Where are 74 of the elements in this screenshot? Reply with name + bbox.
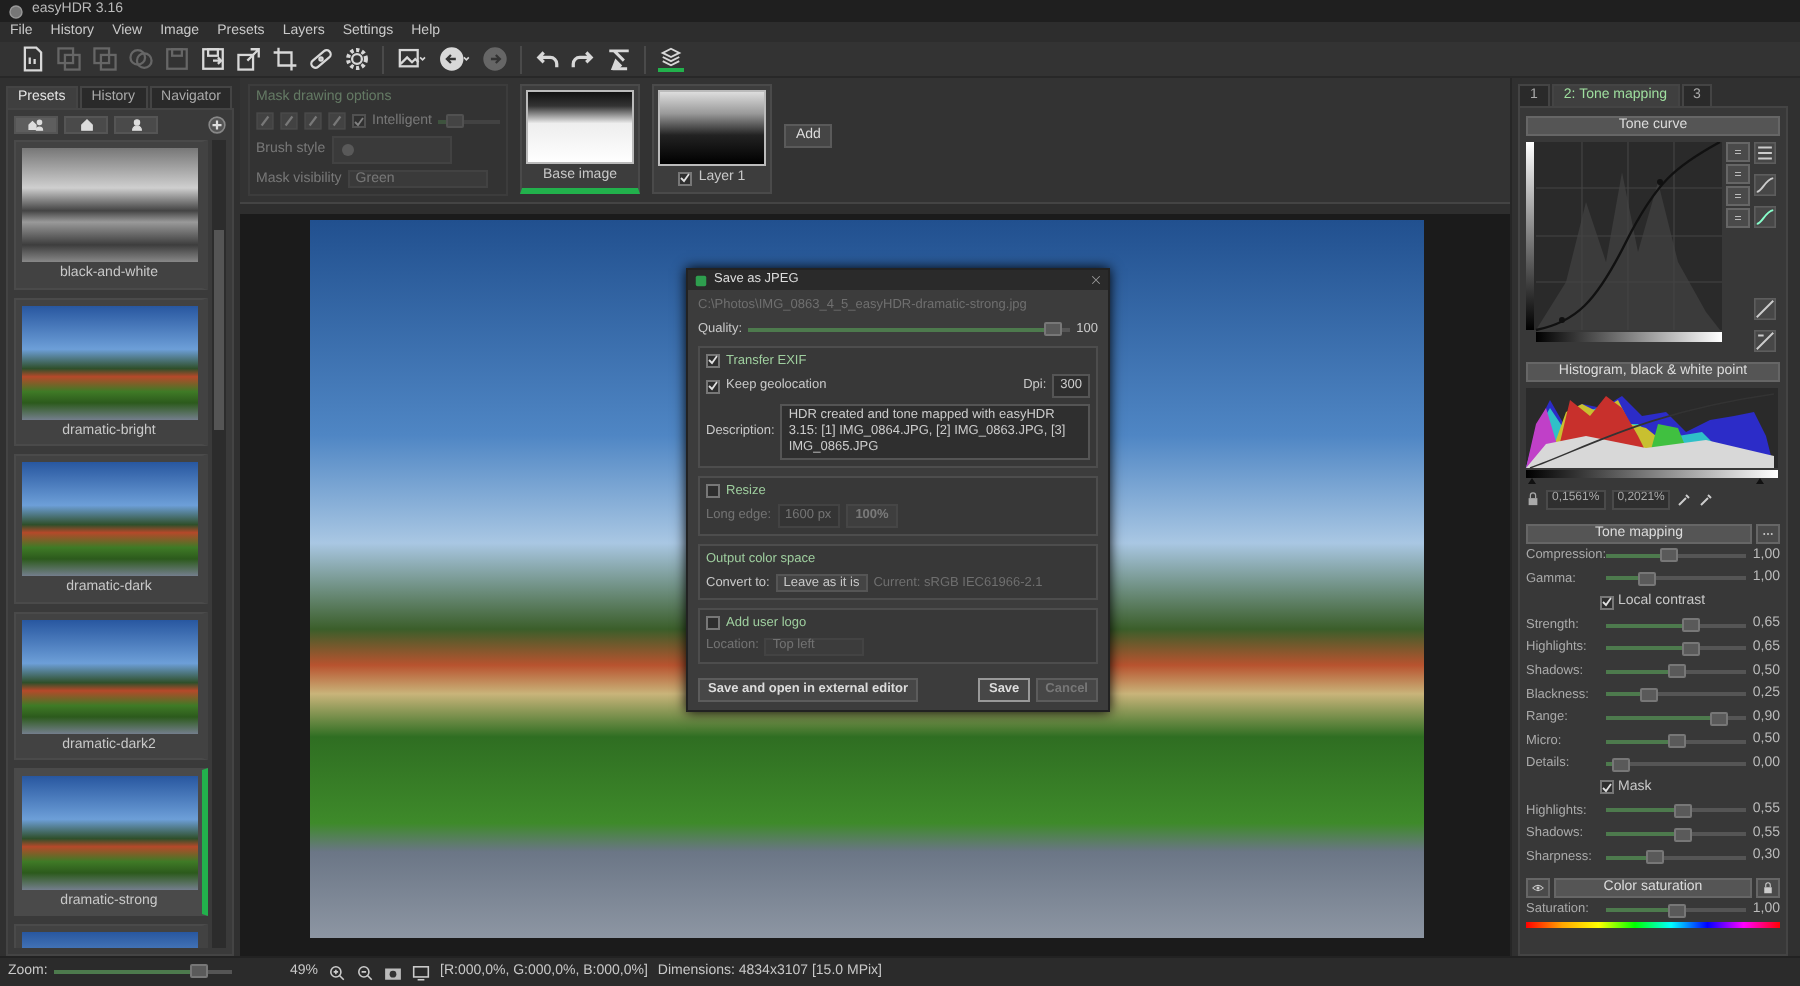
brush-dot-icon (339, 142, 356, 159)
slider-thumb[interactable] (1667, 734, 1685, 749)
eye-icon (1530, 881, 1546, 894)
slider-thumb[interactable] (1640, 687, 1659, 702)
slider-thumb[interactable] (1660, 548, 1679, 563)
eyedropper-icon[interactable] (1676, 491, 1693, 508)
slider-thumb[interactable] (1612, 757, 1631, 772)
curve-preset-button[interactable] (1726, 164, 1750, 185)
slider-thumb[interactable] (1673, 827, 1692, 841)
slider-thumb[interactable] (1667, 664, 1685, 679)
slider-thumb[interactable] (1667, 903, 1685, 918)
camera-icon[interactable] (384, 963, 403, 981)
curve-preset-button[interactable] (1726, 142, 1750, 163)
undo-icon[interactable] (534, 46, 560, 72)
slider-thumb[interactable] (1637, 571, 1656, 586)
save-as-icon[interactable] (200, 46, 226, 72)
gear-icon[interactable] (344, 46, 370, 72)
curve-icon[interactable] (1754, 174, 1776, 197)
zoom-out-icon[interactable] (356, 963, 375, 981)
curve-icon[interactable] (1754, 206, 1776, 229)
eraser-icon[interactable] (606, 46, 632, 72)
scrollbar[interactable] (212, 140, 226, 948)
monitor-icon[interactable] (412, 963, 431, 981)
app-logo-icon (694, 273, 708, 287)
add-icon[interactable] (208, 116, 226, 135)
document-icon[interactable] (20, 46, 46, 72)
zoom-in-icon[interactable] (328, 963, 347, 981)
slider-thumb[interactable] (1682, 641, 1701, 656)
slider-thumb[interactable] (1682, 618, 1701, 633)
filter-button[interactable] (114, 116, 158, 135)
toggle-button[interactable] (1526, 877, 1550, 898)
curve-preset-button[interactable] (1726, 208, 1750, 229)
mask-thumbnail (658, 90, 766, 166)
arrow-left-icon[interactable] (438, 46, 472, 72)
checkbox[interactable] (706, 379, 720, 394)
curve-preset-button[interactable] (1726, 186, 1750, 207)
lock-icon[interactable] (1526, 492, 1540, 507)
eyedropper-icon[interactable] (1698, 491, 1715, 508)
checkbox[interactable] (706, 353, 720, 368)
slider-thumb[interactable] (189, 964, 208, 979)
line-icon[interactable] (1754, 298, 1776, 321)
checkbox[interactable] (678, 171, 693, 186)
export-icon[interactable] (236, 46, 262, 72)
app-logo-icon (8, 3, 24, 19)
checkbox[interactable] (706, 616, 720, 631)
lock-button[interactable] (1756, 877, 1780, 898)
picture-icon[interactable] (396, 46, 428, 72)
list-icon[interactable] (1754, 142, 1776, 165)
house-icon (79, 118, 93, 133)
bars-icon (1732, 190, 1744, 203)
checkbox[interactable] (706, 483, 720, 498)
bandage-icon[interactable] (308, 46, 334, 72)
bars-icon (1732, 168, 1744, 181)
lock-icon (1762, 881, 1774, 894)
checkbox[interactable] (1600, 595, 1614, 610)
slider-thumb[interactable] (1645, 850, 1664, 865)
bars-icon (1732, 212, 1744, 225)
slider-thumb[interactable] (1043, 322, 1062, 337)
slider-thumb[interactable] (1710, 711, 1729, 726)
checkbox[interactable] (1600, 780, 1614, 795)
person-icon (129, 118, 143, 133)
crop-icon[interactable] (272, 46, 298, 72)
redo-icon[interactable] (570, 46, 596, 72)
slider-thumb[interactable] (1673, 803, 1692, 818)
layers-icon[interactable] (658, 46, 684, 72)
filter-button[interactable] (14, 116, 58, 135)
mask-thumbnail (526, 90, 634, 164)
bars-icon (1732, 146, 1744, 159)
tone-curve-drawing[interactable] (1526, 142, 1722, 343)
more-button[interactable] (1756, 523, 1780, 544)
close-icon[interactable] (1090, 274, 1102, 286)
filter-button[interactable] (64, 116, 108, 135)
line-reset-icon[interactable] (1754, 330, 1776, 353)
histogram-drawing[interactable] (1526, 388, 1778, 485)
